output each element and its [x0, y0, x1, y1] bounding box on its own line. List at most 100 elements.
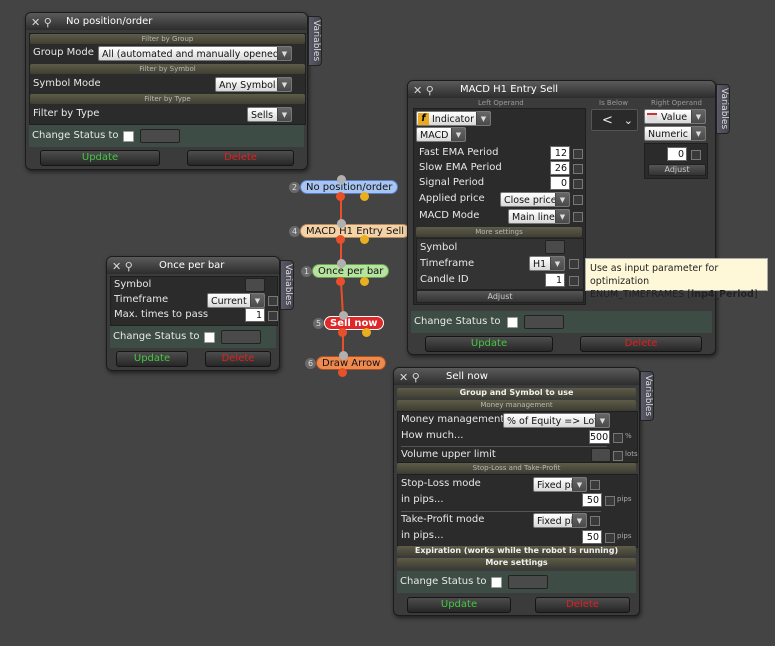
- node-output-port[interactable]: [336, 277, 345, 286]
- node-input-port[interactable]: [339, 351, 348, 360]
- node-label[interactable]: Sell now: [324, 316, 384, 330]
- money-management-select[interactable]: % of Equity => Lots ▼: [503, 413, 610, 428]
- timeframe-select[interactable]: H1 ▼: [529, 256, 565, 271]
- symbol-mode-select[interactable]: Any Symbol ▼: [215, 77, 292, 92]
- value-type-select[interactable]: Value ▼: [644, 109, 706, 124]
- right-adjust-button[interactable]: Adjust: [648, 164, 706, 176]
- group-mode-select[interactable]: All (automated and manually opened) ▼: [98, 46, 292, 61]
- how-much-input[interactable]: 500: [589, 430, 610, 444]
- stop-loss-mode-select[interactable]: Fixed pips ▼: [533, 477, 587, 492]
- left-adjust-button[interactable]: Adjust: [416, 290, 584, 303]
- symbol-mode-label: Symbol Mode: [33, 78, 101, 89]
- fast-ema-checkbox[interactable]: [573, 149, 583, 159]
- how-much-checkbox[interactable]: [613, 433, 623, 443]
- applied-price-select[interactable]: Close price ▼: [500, 192, 570, 207]
- node-input-port[interactable]: [337, 219, 346, 228]
- volume-limit-checkbox[interactable]: [613, 451, 623, 461]
- signal-period-input[interactable]: 0: [550, 176, 570, 190]
- change-status-checkbox[interactable]: [204, 332, 215, 343]
- take-profit-mode-checkbox[interactable]: [590, 516, 600, 526]
- max-times-checkbox[interactable]: [268, 311, 278, 321]
- indicator-name-select[interactable]: MACD ▼: [416, 127, 466, 142]
- operator-select[interactable]: < ⌄: [591, 109, 638, 131]
- node-label[interactable]: MACD H1 Entry Sell: [300, 224, 411, 238]
- node-label[interactable]: No position/order: [300, 180, 399, 194]
- node-output-port-alt[interactable]: [362, 328, 371, 337]
- numeric-select[interactable]: Numeric ▼: [644, 126, 706, 141]
- node-output-port[interactable]: [336, 192, 345, 201]
- node-output-port-alt[interactable]: [360, 192, 369, 201]
- variables-tab[interactable]: Variables: [280, 260, 294, 310]
- symbol-input[interactable]: [245, 278, 265, 292]
- macd-mode-select[interactable]: Main line ▼: [508, 209, 570, 224]
- volume-limit-input[interactable]: [591, 448, 611, 462]
- chevron-down-icon: ▼: [555, 193, 569, 206]
- fast-ema-input[interactable]: 12: [550, 146, 570, 160]
- candle-id-input[interactable]: 1: [545, 273, 565, 287]
- variables-tab[interactable]: Variables: [716, 84, 730, 134]
- macd-mode-label: MACD Mode: [419, 210, 480, 221]
- node-output-port[interactable]: [336, 235, 345, 244]
- take-profit-mode-select[interactable]: Fixed pips ▼: [533, 513, 587, 528]
- max-times-input[interactable]: 1: [245, 308, 265, 322]
- panel-title-bar[interactable]: ✕ ⚲ No position/order: [26, 13, 307, 30]
- candle-id-checkbox[interactable]: [569, 276, 579, 286]
- stop-loss-pips-checkbox[interactable]: [605, 496, 615, 506]
- timeframe-select[interactable]: Current ▼: [207, 293, 265, 308]
- timeframe-checkbox[interactable]: [569, 259, 579, 269]
- right-value-input[interactable]: 0: [667, 147, 687, 161]
- panel-title-bar[interactable]: ✕ ⚲ Sell now: [394, 368, 639, 385]
- delete-button[interactable]: Delete: [205, 351, 271, 367]
- take-profit-pips-input[interactable]: 50: [582, 530, 602, 544]
- filter-type-select[interactable]: Sells ▼: [247, 107, 292, 122]
- update-button[interactable]: Update: [425, 336, 553, 352]
- change-status-value[interactable]: [524, 315, 564, 329]
- stop-loss-pips-input[interactable]: 50: [582, 493, 602, 507]
- node-label[interactable]: Draw Arrow: [316, 356, 387, 370]
- update-button[interactable]: Update: [40, 150, 160, 166]
- change-status-value[interactable]: [508, 575, 548, 589]
- slow-ema-checkbox[interactable]: [573, 164, 583, 174]
- change-status-checkbox[interactable]: [507, 317, 518, 328]
- update-button[interactable]: Update: [407, 597, 511, 613]
- section-expiration[interactable]: Expiration (works while the robot is run…: [397, 546, 636, 556]
- signal-period-checkbox[interactable]: [573, 179, 583, 189]
- variables-tab[interactable]: Variables: [640, 371, 654, 421]
- stop-loss-mode-checkbox[interactable]: [590, 480, 600, 490]
- indicator-select[interactable]: f Indicator ▼: [416, 111, 491, 126]
- delete-button[interactable]: Delete: [187, 150, 294, 166]
- delete-button[interactable]: Delete: [580, 336, 702, 352]
- panel-title-bar[interactable]: ✕ ⚲ MACD H1 Entry Sell: [408, 81, 715, 98]
- node-input-port[interactable]: [337, 175, 346, 184]
- filter-type-label: Filter by Type: [33, 108, 100, 119]
- section-more-settings[interactable]: More settings: [397, 558, 636, 568]
- macd-mode-checkbox[interactable]: [573, 212, 583, 222]
- node-input-port[interactable]: [339, 311, 348, 320]
- update-button[interactable]: Update: [116, 351, 188, 367]
- node-output-port-alt[interactable]: [360, 277, 369, 286]
- change-status-value[interactable]: [140, 129, 180, 143]
- change-status-value[interactable]: [221, 330, 261, 344]
- take-profit-pips-checkbox[interactable]: [605, 533, 615, 543]
- right-value-checkbox[interactable]: [691, 150, 701, 160]
- tooltip-line-2: ENUM_TIMEFRAMES [inp4_Period]: [590, 289, 758, 300]
- node-input-port[interactable]: [337, 259, 346, 268]
- close-pin-icon[interactable]: ✕ ⚲: [399, 369, 427, 384]
- node-output-port[interactable]: [338, 328, 347, 337]
- node-output-port-alt[interactable]: [360, 235, 369, 244]
- symbol-input[interactable]: [545, 240, 565, 254]
- group-mode-label: Group Mode: [33, 47, 94, 58]
- panel-title-bar[interactable]: ✕ ⚲ Once per bar: [107, 257, 279, 274]
- timeframe-checkbox[interactable]: [268, 296, 278, 306]
- close-pin-icon[interactable]: ✕ ⚲: [31, 14, 59, 29]
- slow-ema-input[interactable]: 26: [550, 161, 570, 175]
- node-label[interactable]: Once per bar: [312, 264, 390, 278]
- variables-tab[interactable]: Variables: [308, 16, 322, 66]
- close-pin-icon[interactable]: ✕ ⚲: [112, 258, 140, 273]
- applied-price-checkbox[interactable]: [573, 195, 583, 205]
- delete-button[interactable]: Delete: [535, 597, 630, 613]
- node-output-port[interactable]: [338, 368, 347, 377]
- change-status-checkbox[interactable]: [491, 577, 502, 588]
- change-status-checkbox[interactable]: [123, 131, 134, 142]
- close-pin-icon[interactable]: ✕ ⚲: [413, 82, 441, 97]
